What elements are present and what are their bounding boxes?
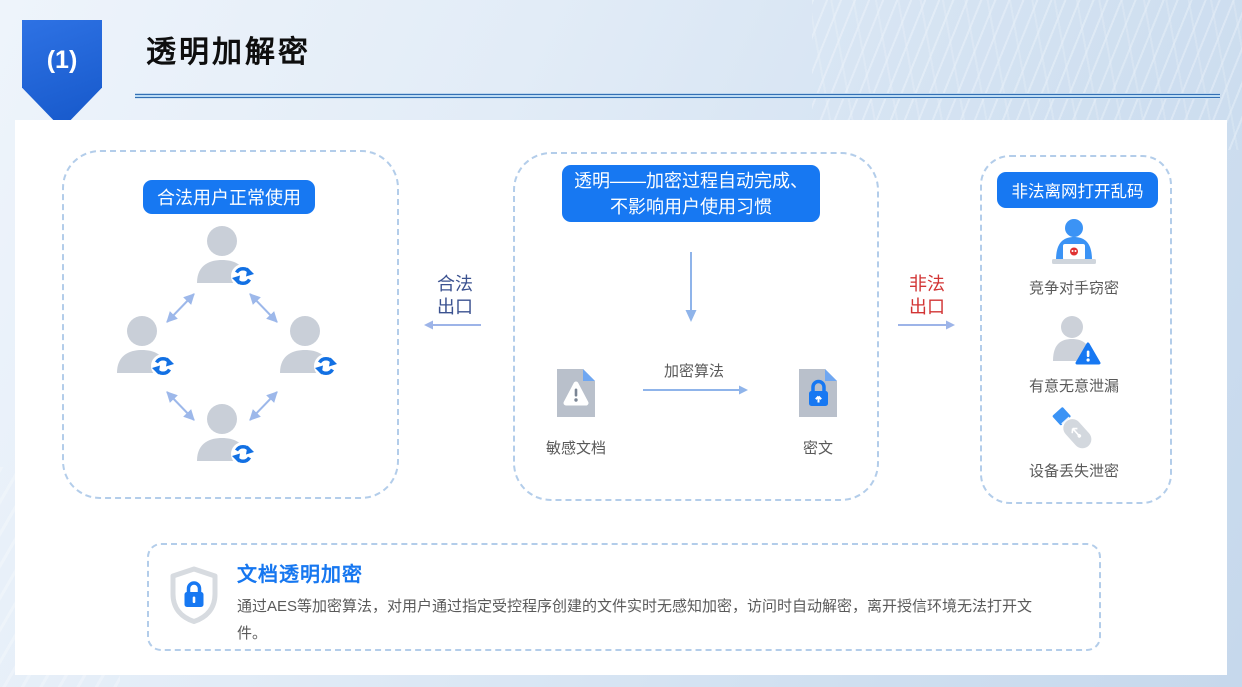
legal-users-label: 合法用户正常使用 [143, 180, 315, 214]
sync-icon [231, 264, 255, 288]
arrow-left-icon [423, 319, 483, 331]
usb-drive-icon [1045, 402, 1103, 456]
illegal-exit-line2: 出口 [903, 296, 951, 319]
title-divider [135, 93, 1220, 99]
risk-item-label: 有意无意泄漏 [1009, 375, 1139, 396]
section-number: (1) [47, 46, 78, 74]
transparent-label-line1: 透明——加密过程自动完成、 [574, 168, 808, 194]
legal-users-diagram [72, 222, 387, 492]
illegal-open-label-text: 非法离网打开乱码 [1012, 178, 1144, 202]
ciphertext-label: 密文 [773, 437, 863, 458]
shield-lock-icon [168, 566, 220, 624]
hacker-laptop-icon [1047, 218, 1101, 268]
illegal-open-label: 非法离网打开乱码 [997, 172, 1158, 208]
legal-exit-line1: 合法 [431, 273, 479, 296]
encrypt-algorithm-label: 加密算法 [644, 360, 744, 381]
illegal-exit-line1: 非法 [903, 273, 951, 296]
section-number-ribbon: (1) [22, 20, 102, 129]
feature-description: 通过AES等加密算法，对用户通过指定受控程序创建的文件实时无感知加密，访问时自动… [237, 593, 1049, 647]
page-title: 透明加解密 [146, 27, 311, 71]
sync-icon [151, 354, 175, 378]
document-warning-icon [554, 366, 598, 420]
feature-title: 文档透明加密 [237, 558, 363, 587]
transparent-label: 透明——加密过程自动完成、 不影响用户使用习惯 [562, 165, 820, 222]
source-doc-label: 敏感文档 [531, 437, 621, 458]
transparent-label-line2: 不影响用户使用习惯 [610, 194, 772, 220]
risk-item-label: 竞争对手窃密 [1009, 277, 1139, 298]
user-warning-icon [1047, 315, 1101, 365]
illegal-exit-label: 非法 出口 [903, 273, 951, 319]
sync-icon [231, 442, 255, 466]
sync-icon [314, 354, 338, 378]
legal-users-label-text: 合法用户正常使用 [157, 184, 301, 210]
arrow-right-icon [641, 384, 749, 396]
arrow-right-icon [896, 319, 956, 331]
legal-exit-line2: 出口 [431, 296, 479, 319]
legal-exit-label: 合法 出口 [431, 273, 479, 319]
risk-item-label: 设备丢失泄密 [1009, 460, 1139, 481]
document-lock-icon [796, 366, 840, 420]
arrow-down-icon [684, 252, 698, 324]
